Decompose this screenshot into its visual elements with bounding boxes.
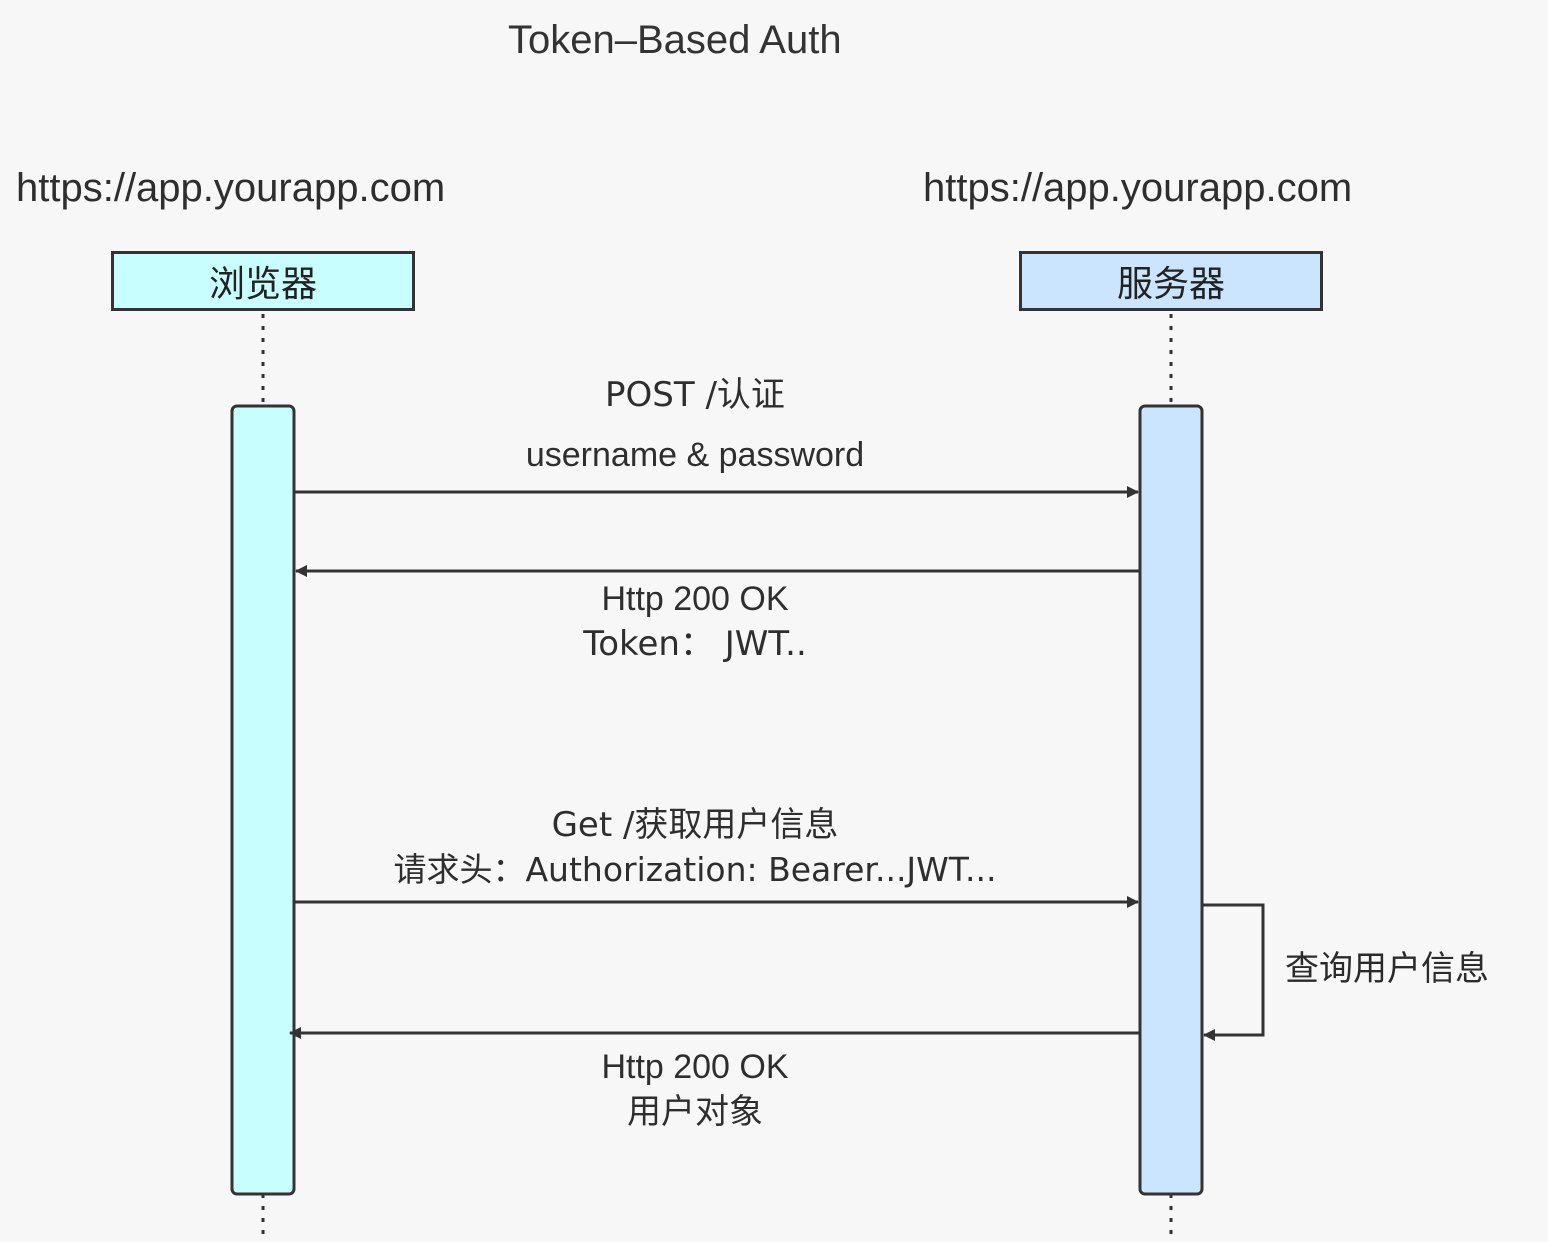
server-participant-box: 服务器 — [1019, 251, 1323, 311]
message-get-userinfo-line2: 请求头：Authorization: Bearer...JWT... — [393, 850, 997, 889]
message-post-auth-line1: POST /认证 — [605, 375, 785, 415]
message-self-query-label: 查询用户信息 — [1285, 949, 1489, 989]
message-user-response-line2: 用户对象 — [627, 1092, 763, 1132]
message-user-response-line1: Http 200 OK — [601, 1048, 789, 1086]
server-url: https://app.yourapp.com — [923, 166, 1353, 210]
browser-url: https://app.yourapp.com — [16, 166, 446, 210]
browser-participant-box: 浏览器 — [111, 251, 415, 311]
diagram-title: Token–Based Auth — [508, 18, 842, 62]
message-get-userinfo-line1: Get /获取用户信息 — [551, 805, 839, 845]
message-token-line1: Http 200 OK — [601, 580, 789, 618]
message-post-auth-line2: username & password — [525, 436, 865, 474]
sequence-diagram: Token–Based Auth https://app.yourapp.com… — [0, 0, 1548, 1242]
message-token-line2: Token： JWT.. — [583, 624, 807, 664]
server-activation-bar — [1138, 404, 1204, 1196]
arrow-self-query — [1202, 903, 1265, 1041]
browser-participant-label: 浏览器 — [208, 264, 317, 305]
server-participant-label: 服务器 — [1116, 264, 1225, 305]
